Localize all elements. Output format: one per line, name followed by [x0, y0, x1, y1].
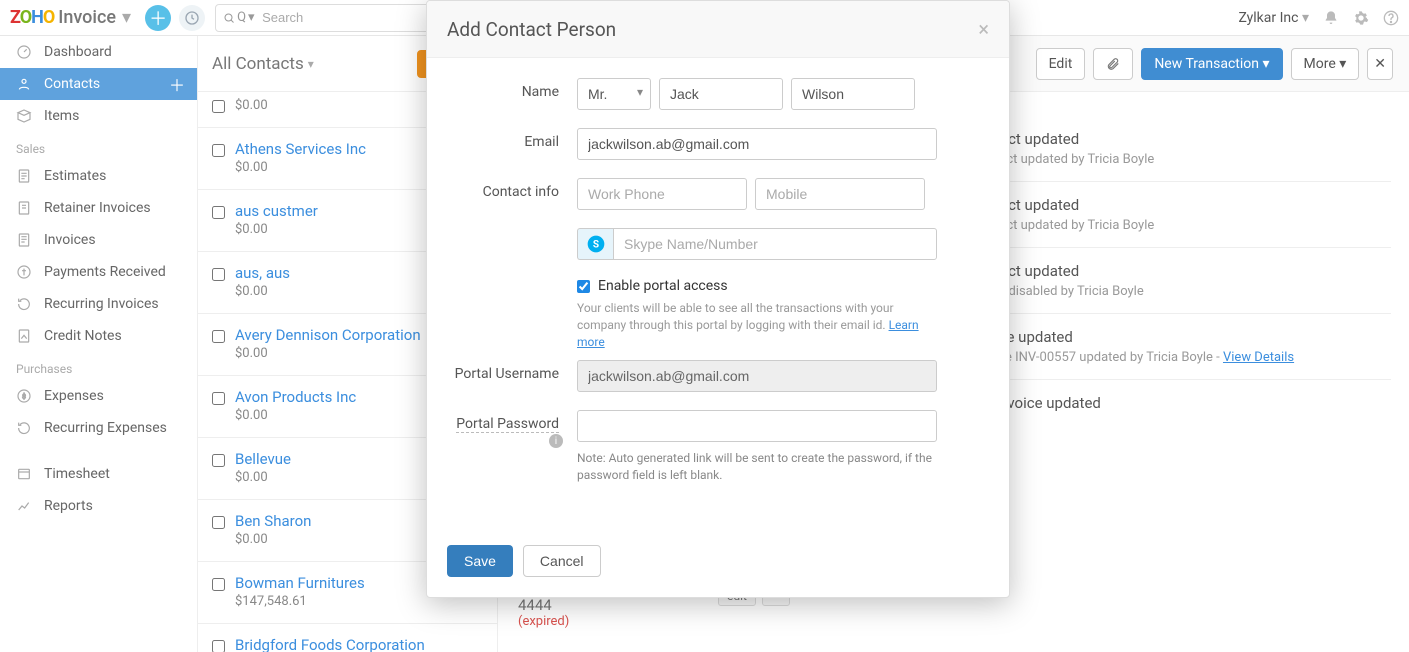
portal-username-input	[577, 360, 937, 392]
enable-portal-label: Enable portal access	[598, 278, 728, 294]
last-name-input[interactable]	[791, 78, 915, 110]
label-contact-info: Contact info	[447, 178, 577, 210]
svg-text:S: S	[592, 239, 598, 250]
label-email: Email	[447, 128, 577, 160]
cancel-button[interactable]: Cancel	[523, 545, 601, 577]
mobile-input[interactable]	[755, 178, 925, 210]
email-input[interactable]	[577, 128, 937, 160]
close-icon[interactable]: ×	[978, 17, 989, 41]
salutation-select[interactable]: Mr.	[577, 78, 651, 110]
enable-portal-checkbox[interactable]	[577, 280, 590, 293]
info-icon[interactable]: i	[549, 434, 563, 448]
first-name-input[interactable]	[659, 78, 783, 110]
portal-password-input[interactable]	[577, 410, 937, 442]
password-note: Note: Auto generated link will be sent t…	[577, 450, 937, 484]
skype-icon: S	[577, 228, 613, 260]
work-phone-input[interactable]	[577, 178, 747, 210]
label-portal-username: Portal Username	[447, 360, 577, 392]
add-contact-person-modal: Add Contact Person × Name Mr. E	[426, 0, 1010, 598]
modal-title: Add Contact Person	[447, 18, 616, 41]
portal-help-text: Your clients will be able to see all the…	[577, 300, 937, 350]
skype-input[interactable]	[613, 228, 937, 260]
save-button[interactable]: Save	[447, 545, 513, 577]
label-portal-password: Portal Password i	[447, 410, 577, 484]
label-name: Name	[447, 78, 577, 110]
